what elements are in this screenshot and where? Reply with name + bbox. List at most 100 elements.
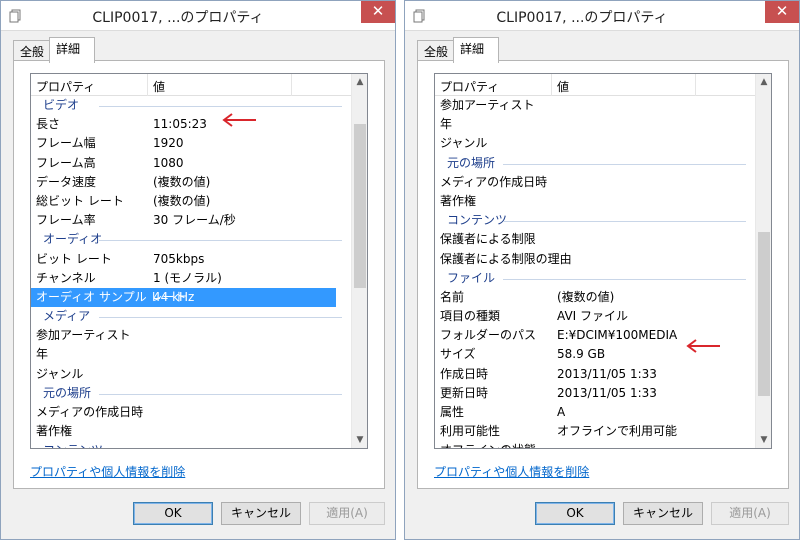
group-header[interactable]: 元の場所 bbox=[435, 154, 756, 173]
property-value: 1920 bbox=[153, 136, 184, 151]
property-row[interactable]: 総ビット レート (複数の値) bbox=[31, 192, 352, 211]
property-value: 1080 bbox=[153, 155, 184, 170]
left-arrow-icon bbox=[222, 113, 256, 127]
property-row[interactable]: 著作権 bbox=[31, 422, 352, 441]
property-row[interactable]: データ速度 (複数の値) bbox=[31, 173, 352, 192]
property-row[interactable]: オーディオ サンプル レート 44 kHz bbox=[31, 287, 336, 308]
title-bar[interactable]: CLIP0017, ...のプロパティ ✕ bbox=[405, 1, 799, 31]
property-value: (複数の値) bbox=[153, 193, 211, 208]
scroll-thumb[interactable] bbox=[354, 124, 366, 288]
property-name: 総ビット レート bbox=[36, 193, 124, 208]
property-list[interactable]: プロパティ 値 ビデオ長さ 11:05:23 フレーム幅 1920 フレーム高 1080 デ… bbox=[30, 73, 368, 449]
scroll-down-icon[interactable]: ▼ bbox=[756, 432, 771, 448]
group-label: ビデオ bbox=[43, 98, 80, 112]
property-row[interactable]: 属性 A bbox=[435, 403, 756, 422]
title-bar[interactable]: CLIP0017, ...のプロパティ ✕ bbox=[1, 1, 395, 31]
apply-button[interactable]: 適用(A) bbox=[711, 502, 789, 525]
tab-general[interactable]: 全般 bbox=[417, 40, 455, 61]
property-row[interactable]: フレーム高 1080 bbox=[31, 154, 352, 173]
property-row[interactable]: フレーム幅 1920 bbox=[31, 134, 352, 153]
vertical-scrollbar[interactable]: ▲ ▼ bbox=[351, 74, 367, 448]
column-header-value[interactable]: 値 bbox=[153, 78, 165, 95]
group-header[interactable]: ファイル bbox=[435, 269, 756, 288]
scroll-thumb[interactable] bbox=[758, 232, 770, 396]
column-header-value[interactable]: 値 bbox=[557, 78, 569, 95]
apply-button[interactable]: 適用(A) bbox=[309, 502, 385, 525]
ok-button[interactable]: OK bbox=[535, 502, 615, 525]
tab-general[interactable]: 全般 bbox=[13, 40, 51, 61]
remove-properties-link[interactable]: プロパティや個人情報を削除 bbox=[434, 463, 589, 480]
properties-window-left: CLIP0017, ...のプロパティ ✕ 全般 詳細 プロパティ 値 ビデオ長… bbox=[0, 0, 396, 540]
group-header[interactable]: コンテンツ bbox=[435, 211, 756, 230]
property-row[interactable]: 年 bbox=[435, 115, 756, 134]
property-value: (複数の値) bbox=[557, 289, 615, 304]
column-header-property[interactable]: プロパティ bbox=[36, 78, 95, 95]
property-name: 利用可能性 bbox=[440, 424, 501, 439]
tab-details[interactable]: 詳細 bbox=[49, 37, 95, 63]
scroll-up-icon[interactable]: ▲ bbox=[756, 74, 771, 90]
group-header[interactable]: オーディオ bbox=[31, 230, 352, 249]
group-divider bbox=[503, 163, 746, 165]
property-name: サイズ bbox=[440, 347, 476, 362]
group-header[interactable]: コンテンツ bbox=[31, 441, 352, 448]
group-label: ファイル bbox=[447, 270, 496, 285]
property-row[interactable]: 保護者による制限の理由 bbox=[435, 250, 756, 269]
property-value: 30 フレーム/秒 bbox=[153, 213, 236, 228]
list-header: プロパティ 値 bbox=[435, 74, 756, 96]
property-row[interactable]: チャンネル 1 (モノラル) bbox=[31, 269, 352, 288]
scroll-down-icon[interactable]: ▼ bbox=[352, 432, 367, 448]
property-row[interactable]: 年 bbox=[31, 345, 352, 364]
column-header-property[interactable]: プロパティ bbox=[440, 78, 499, 95]
property-row[interactable]: ビット レート 705kbps bbox=[31, 250, 352, 269]
property-list[interactable]: プロパティ 値 参加アーティスト年ジャンル 元の場所 メディアの作成日時 著作権 コンテ… bbox=[434, 73, 772, 449]
property-row[interactable]: 更新日時 2013/11/05 1:33 bbox=[435, 384, 756, 403]
property-value: 2013/11/05 1:33 bbox=[557, 366, 657, 381]
property-row[interactable]: 長さ 11:05:23 bbox=[31, 115, 352, 134]
property-row[interactable]: 保護者による制限 bbox=[435, 230, 756, 249]
property-row[interactable]: 参加アーティスト bbox=[31, 326, 352, 345]
tab-details[interactable]: 詳細 bbox=[453, 37, 499, 63]
column-divider[interactable] bbox=[551, 74, 552, 96]
property-row[interactable]: 項目の種類 AVI ファイル bbox=[435, 307, 756, 326]
property-name: 参加アーティスト bbox=[440, 98, 535, 112]
list-header: プロパティ 値 bbox=[31, 74, 352, 96]
property-name: オフラインの状態 bbox=[440, 441, 536, 448]
group-header[interactable]: 元の場所 bbox=[31, 384, 352, 403]
property-row[interactable]: 著作権 bbox=[435, 192, 756, 211]
property-name: フレーム率 bbox=[36, 213, 96, 228]
cancel-button[interactable]: キャンセル bbox=[221, 502, 301, 525]
column-divider[interactable] bbox=[147, 74, 148, 96]
property-value: 705kbps bbox=[153, 251, 205, 266]
property-name: 長さ bbox=[36, 117, 61, 132]
group-header[interactable]: ビデオ bbox=[31, 96, 352, 115]
ok-button[interactable]: OK bbox=[133, 502, 213, 525]
property-row[interactable]: フレーム率 30 フレーム/秒 bbox=[31, 211, 352, 230]
property-row[interactable]: メディアの作成日時 bbox=[31, 403, 352, 422]
cancel-button[interactable]: キャンセル bbox=[623, 502, 703, 525]
close-button[interactable]: ✕ bbox=[765, 1, 799, 23]
properties-window-right: CLIP0017, ...のプロパティ ✕ 全般 詳細 プロパティ 値 参加アー… bbox=[404, 0, 800, 540]
column-divider[interactable] bbox=[291, 74, 292, 96]
close-button[interactable]: ✕ bbox=[361, 1, 395, 23]
property-row[interactable]: 作成日時 2013/11/05 1:33 bbox=[435, 365, 756, 384]
details-panel: プロパティ 値 ビデオ長さ 11:05:23 フレーム幅 1920 フレーム高 1080 デ… bbox=[13, 60, 385, 489]
property-row[interactable]: 参加アーティスト bbox=[435, 96, 756, 115]
column-divider[interactable] bbox=[695, 74, 696, 96]
property-row[interactable]: ジャンル bbox=[31, 365, 352, 384]
property-row[interactable]: オフラインの状態 bbox=[435, 441, 756, 448]
scroll-up-icon[interactable]: ▲ bbox=[352, 74, 367, 90]
property-row[interactable]: メディアの作成日時 bbox=[435, 173, 756, 192]
property-row[interactable]: ジャンル bbox=[435, 134, 756, 153]
remove-properties-link[interactable]: プロパティや個人情報を削除 bbox=[30, 463, 185, 480]
group-divider bbox=[99, 393, 342, 395]
window-title: CLIP0017, ...のプロパティ bbox=[92, 10, 264, 26]
property-value: AVI ファイル bbox=[557, 309, 629, 324]
group-header[interactable]: メディア bbox=[31, 307, 352, 326]
group-label: コンテンツ bbox=[43, 441, 103, 448]
property-row[interactable]: 利用可能性 オフラインで利用可能 bbox=[435, 422, 756, 441]
property-value: 1 (モノラル) bbox=[153, 270, 222, 285]
property-name: 属性 bbox=[440, 405, 465, 419]
vertical-scrollbar[interactable]: ▲ ▼ bbox=[755, 74, 771, 448]
property-value: 11:05:23 bbox=[153, 117, 207, 132]
property-row[interactable]: 名前 (複数の値) bbox=[435, 288, 756, 307]
